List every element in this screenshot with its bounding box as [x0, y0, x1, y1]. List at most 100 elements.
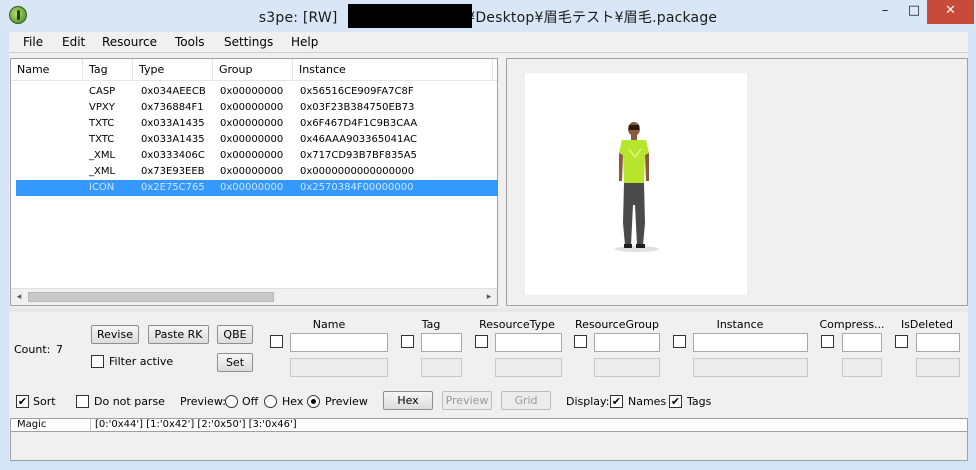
filter-type-input[interactable] — [495, 333, 562, 352]
preview-off-radio[interactable] — [225, 395, 238, 408]
filter-tag-checkbox[interactable] — [401, 335, 414, 348]
filter-group-checkbox[interactable] — [574, 335, 587, 348]
cell-tag: ICON — [89, 182, 115, 193]
magic-value: [0:'0x44'] [1:'0x42'] [2:'0x50'] [3:'0x4… — [95, 419, 297, 430]
menu-settings[interactable]: Settings — [224, 35, 273, 49]
menu-resource[interactable]: Resource — [102, 35, 157, 49]
filter-group-value — [594, 358, 660, 377]
scroll-right-icon[interactable]: ▸ — [482, 291, 496, 303]
resource-list[interactable]: Name Tag Type Group Instance CASP 0x034AE… — [10, 58, 498, 306]
title-suffix: ¥Desktop¥眉毛テスト¥眉毛.package — [466, 10, 718, 26]
tags-label: Tags — [687, 395, 712, 408]
cell-type: 0x736884F1 — [141, 102, 204, 113]
cell-instance: 0x6F467D4F1C9B3CAA — [300, 118, 418, 129]
column-header-group[interactable]: Group — [213, 59, 293, 81]
filter-name-input[interactable] — [290, 333, 388, 352]
table-row[interactable]: TXTC 0x033A1435 0x00000000 0x6F467D4F1C9B3C… — [16, 116, 498, 132]
cell-type: 0x034AEECB — [141, 86, 206, 97]
table-row[interactable]: VPXY 0x736884F1 0x00000000 0x03F23B384750EB… — [16, 100, 498, 116]
menu-edit[interactable]: Edit — [62, 35, 85, 49]
count-value: 7 — [56, 343, 63, 356]
sort-checkbox[interactable]: ✔ — [16, 395, 29, 408]
cell-type: 0x2E75C765 — [141, 182, 205, 193]
table-row[interactable]: ICON 0x2E75C765 0x00000000 0x2570384F000000… — [16, 180, 498, 196]
scroll-thumb[interactable] — [28, 292, 274, 302]
filter-instance-input[interactable] — [693, 333, 808, 352]
preview-button[interactable]: Preview — [442, 391, 492, 410]
cell-group: 0x00000000 — [220, 102, 284, 113]
table-row[interactable]: _XML 0x73E93EEB 0x00000000 0x00000000000000… — [16, 164, 498, 180]
cell-group: 0x00000000 — [220, 134, 284, 145]
cell-instance: 0x46AAA903365041AC — [300, 134, 417, 145]
scroll-left-icon[interactable]: ◂ — [12, 291, 26, 303]
cell-type: 0x033A1435 — [141, 134, 205, 145]
filter-type-checkbox[interactable] — [475, 335, 488, 348]
filter-compressed-checkbox[interactable] — [821, 335, 834, 348]
cell-tag: TXTC — [89, 134, 115, 145]
preview-off-label: Off — [242, 395, 259, 408]
cell-instance: 0x2570384F00000000 — [300, 182, 414, 193]
filter-active-checkbox[interactable] — [91, 355, 104, 368]
preview-hex-radio[interactable] — [264, 395, 277, 408]
column-header-instance[interactable]: Instance — [293, 59, 493, 81]
filter-head-resourcetype: ResourceType — [479, 318, 555, 331]
menu-file[interactable]: File — [23, 35, 43, 49]
tags-checkbox[interactable]: ✔ — [669, 395, 682, 408]
title-prefix: s3pe: [RW] — [258, 10, 343, 26]
cell-tag: CASP — [89, 86, 116, 97]
preview-image — [525, 73, 747, 295]
cell-group: 0x00000000 — [220, 166, 284, 177]
preview-hex-label: Hex — [282, 395, 304, 408]
cell-tag: _XML — [89, 150, 116, 161]
maximize-button[interactable]: □ — [900, 0, 928, 24]
cell-type: 0x0333406C — [141, 150, 205, 161]
menu-bar: File Edit Resource Tools Settings Help — [9, 32, 968, 53]
filter-compressed-value — [842, 358, 882, 377]
cell-group: 0x00000000 — [220, 118, 284, 129]
grid-button[interactable]: Grid — [501, 391, 551, 410]
table-row[interactable]: TXTC 0x033A1435 0x00000000 0x46AAA903365041… — [16, 132, 498, 148]
hex-button[interactable]: Hex — [383, 391, 433, 410]
table-row[interactable]: CASP 0x034AEECB 0x00000000 0x56516CE909FA7C… — [16, 84, 498, 100]
names-checkbox[interactable]: ✔ — [610, 395, 623, 408]
title-bar: s3pe: [RW] ¥Desktop¥眉毛テスト¥眉毛.package – □… — [0, 0, 976, 32]
column-header-tag[interactable]: Tag — [83, 59, 133, 81]
cell-instance: 0x0000000000000000 — [300, 166, 415, 177]
preview-preview-radio[interactable] — [307, 395, 320, 408]
filter-head-resourcegroup: ResourceGroup — [575, 318, 659, 331]
cell-type: 0x033A1435 — [141, 118, 205, 129]
character-preview-icon — [615, 122, 659, 252]
filter-group-input[interactable] — [594, 333, 660, 352]
filter-name-checkbox[interactable] — [270, 335, 283, 348]
minimize-button[interactable]: – — [870, 0, 900, 24]
filter-isdeleted-checkbox[interactable] — [895, 335, 908, 348]
close-button[interactable]: ✕ — [927, 0, 974, 24]
cell-group: 0x00000000 — [220, 182, 284, 193]
window-title: s3pe: [RW] ¥Desktop¥眉毛テスト¥眉毛.package — [0, 7, 976, 27]
filter-tag-input[interactable] — [421, 333, 462, 352]
cell-group: 0x00000000 — [220, 150, 284, 161]
table-row[interactable]: _XML 0x0333406C 0x00000000 0x717CD93B7BF835… — [16, 148, 498, 164]
do-not-parse-checkbox[interactable] — [76, 395, 89, 408]
filter-isdeleted-input[interactable] — [916, 333, 960, 352]
column-header-name[interactable]: Name — [11, 59, 83, 81]
menu-tools[interactable]: Tools — [175, 35, 205, 49]
filter-head-name: Name — [312, 318, 346, 331]
list-header: Name Tag Type Group Instance — [11, 59, 497, 81]
column-header-type[interactable]: Type — [133, 59, 213, 81]
filter-active-label: Filter active — [109, 355, 174, 368]
splitter[interactable] — [9, 308, 968, 312]
revise-button[interactable]: Revise — [91, 325, 139, 344]
magic-label: Magic — [17, 419, 47, 430]
filter-compressed-input[interactable] — [842, 333, 882, 352]
menu-help[interactable]: Help — [291, 35, 318, 49]
cell-type: 0x73E93EEB — [141, 166, 205, 177]
set-button[interactable]: Set — [217, 353, 253, 372]
horizontal-scrollbar[interactable]: ◂ ▸ — [11, 288, 497, 305]
preview-mode-label: Preview: — [180, 395, 226, 408]
paste-rk-button[interactable]: Paste RK — [148, 325, 209, 344]
filter-instance-value — [693, 358, 808, 377]
qbe-button[interactable]: QBE — [217, 325, 253, 344]
filter-name-value — [290, 358, 388, 377]
filter-instance-checkbox[interactable] — [673, 335, 686, 348]
